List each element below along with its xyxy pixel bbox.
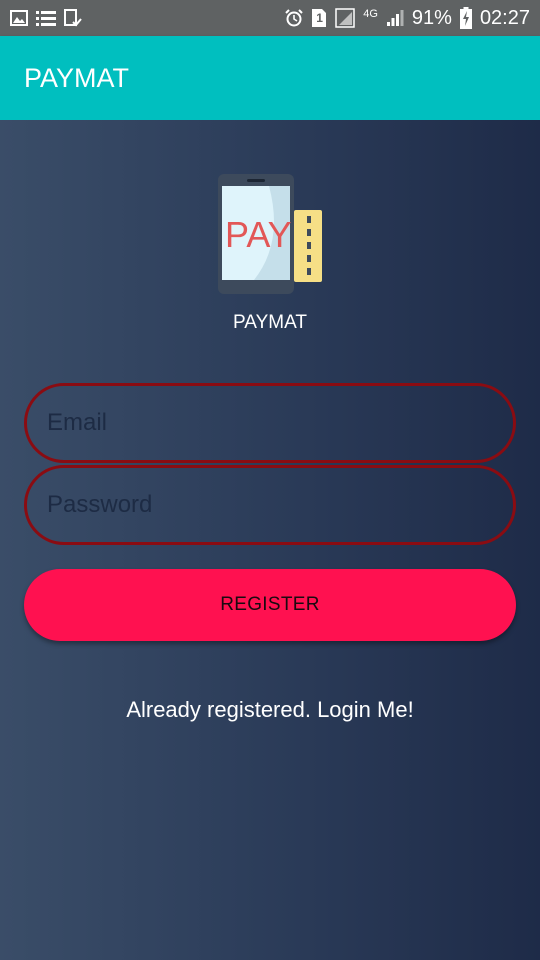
email-input[interactable]: [47, 409, 487, 437]
alarm-icon: [285, 9, 303, 27]
login-link[interactable]: Already registered. Login Me!: [0, 697, 540, 723]
status-bar-left: [10, 9, 82, 27]
app-bar: PAYMAT: [0, 36, 540, 120]
status-bar: 1 4G 91% 02:27: [0, 0, 540, 36]
image-icon: [10, 10, 28, 26]
main-content: PAY PAYMAT REGISTER Already registered. …: [0, 120, 540, 960]
network-type: 4G: [363, 8, 378, 20]
password-input[interactable]: [47, 491, 487, 519]
no-signal-icon: [335, 8, 355, 28]
register-button[interactable]: REGISTER: [24, 569, 516, 641]
email-field[interactable]: [24, 383, 516, 463]
battery-percent: 91%: [411, 6, 452, 29]
status-bar-right: 1 4G 91% 02:27: [285, 7, 530, 30]
sim-icon: 1: [311, 8, 327, 28]
sim-number: 1: [316, 11, 323, 25]
logo-caption: PAYMAT: [233, 312, 307, 333]
password-field[interactable]: [24, 465, 516, 545]
pay-phone-icon: PAY: [214, 172, 326, 296]
app-title: PAYMAT: [24, 62, 130, 93]
clipboard-check-icon: [64, 9, 82, 27]
clock: 02:27: [479, 6, 530, 29]
battery-charging-icon: [459, 7, 472, 29]
list-icon: [36, 10, 56, 26]
logo-pay-text: PAY: [225, 214, 292, 255]
signal-icon: [386, 9, 404, 27]
